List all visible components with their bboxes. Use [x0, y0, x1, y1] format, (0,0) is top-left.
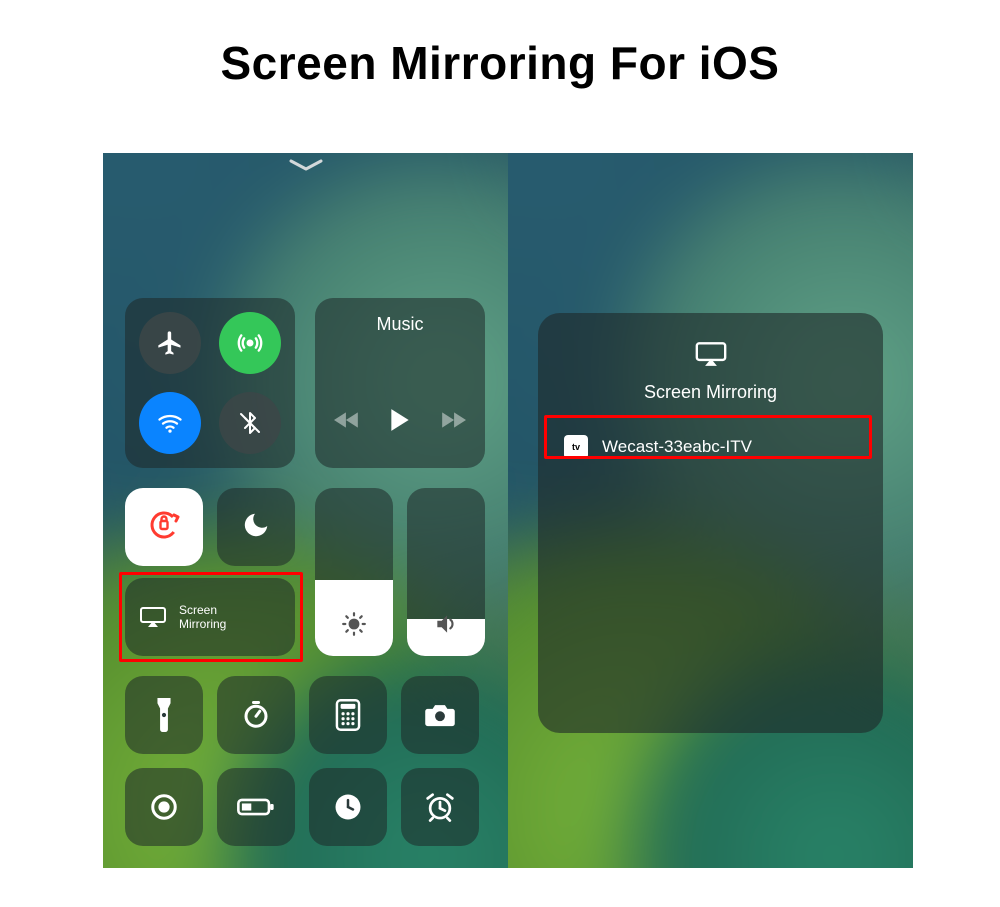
- wifi-toggle[interactable]: [139, 392, 201, 454]
- screen-record-icon: [149, 792, 179, 822]
- screenshots-stage: Music: [103, 153, 913, 868]
- pull-handle-chevron-icon[interactable]: [289, 159, 323, 173]
- do-not-disturb-toggle[interactable]: [217, 488, 295, 566]
- timer-icon: [241, 700, 271, 730]
- low-power-mode-button[interactable]: [217, 768, 295, 846]
- play-icon[interactable]: [388, 407, 412, 438]
- page-title: Screen Mirroring For iOS: [0, 0, 1000, 120]
- appletv-device-icon: tv: [564, 435, 588, 459]
- phone-right-mirroring-popup: Screen Mirroring tv Wecast-33eabc-ITV: [508, 153, 913, 868]
- screen-mirroring-button[interactable]: Screen Mirroring: [125, 578, 295, 656]
- bluetooth-toggle[interactable]: [219, 392, 281, 454]
- airplay-icon: [139, 606, 167, 628]
- airplay-device-row[interactable]: tv Wecast-33eabc-ITV: [560, 429, 861, 465]
- brightness-icon: [341, 611, 367, 642]
- rotation-lock-toggle[interactable]: [125, 488, 203, 566]
- do-not-disturb-icon: [241, 510, 271, 545]
- rotation-lock-icon: [146, 507, 182, 548]
- flashlight-icon: [152, 698, 176, 732]
- rewind-icon[interactable]: [334, 410, 360, 435]
- clock-button[interactable]: [309, 768, 387, 846]
- screen-mirroring-popup: Screen Mirroring tv Wecast-33eabc-ITV: [538, 313, 883, 733]
- wifi-icon: [156, 409, 184, 437]
- timer-button[interactable]: [217, 676, 295, 754]
- screen-mirroring-popup-title: Screen Mirroring: [644, 382, 777, 403]
- volume-icon: [433, 611, 459, 642]
- cellular-data-toggle[interactable]: [219, 312, 281, 374]
- forward-icon[interactable]: [440, 410, 466, 435]
- airplay-device-label: Wecast-33eabc-ITV: [602, 437, 752, 457]
- music-panel[interactable]: Music: [315, 298, 485, 468]
- connectivity-panel: [125, 298, 295, 468]
- phone-left-control-center: Music: [103, 153, 508, 868]
- camera-button[interactable]: [401, 676, 479, 754]
- calculator-icon: [335, 699, 361, 731]
- airplane-icon: [156, 329, 184, 357]
- brightness-slider[interactable]: [315, 488, 393, 656]
- flashlight-button[interactable]: [125, 676, 203, 754]
- airplay-icon: [694, 341, 728, 372]
- cellular-icon: [236, 329, 264, 357]
- bluetooth-icon: [238, 411, 262, 435]
- alarm-button[interactable]: [401, 768, 479, 846]
- clock-icon: [333, 792, 363, 822]
- alarm-icon: [424, 792, 456, 822]
- music-title-label: Music: [315, 314, 485, 335]
- airplane-mode-toggle[interactable]: [139, 312, 201, 374]
- volume-slider[interactable]: [407, 488, 485, 656]
- screen-mirroring-text: Screen Mirroring: [179, 603, 226, 632]
- low-power-icon: [236, 796, 276, 818]
- screen-record-button[interactable]: [125, 768, 203, 846]
- camera-icon: [424, 702, 456, 728]
- calculator-button[interactable]: [309, 676, 387, 754]
